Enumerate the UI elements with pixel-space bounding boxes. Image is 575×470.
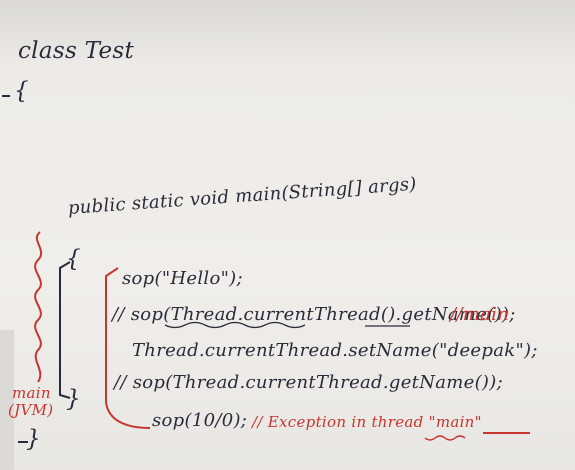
statement-5: sop(10/0); — [152, 410, 248, 431]
class-open-brace: { — [14, 78, 29, 104]
statement-5-comment: // Exception in thread "main" — [252, 413, 482, 431]
statement-3: Thread.currentThread.setName("deepak"); — [132, 340, 538, 361]
ink-strokes — [0, 95, 530, 470]
main-squiggle — [424, 435, 466, 441]
statement-4: // sop(Thread.currentThread.getName()); — [114, 372, 503, 393]
method-bracket — [59, 261, 71, 399]
class-declaration: class Test — [18, 38, 135, 64]
side-note-main: main — [12, 384, 51, 402]
statement-1: sop("Hello"); — [122, 268, 243, 289]
class-close-brace: } — [26, 426, 41, 452]
red-wavy-line — [34, 231, 43, 383]
side-note-jvm: (JVM) — [8, 401, 54, 419]
method-close-brace: } — [66, 386, 81, 412]
method-open-brace: { — [66, 246, 81, 272]
statement-2-comment: //main — [450, 304, 510, 325]
